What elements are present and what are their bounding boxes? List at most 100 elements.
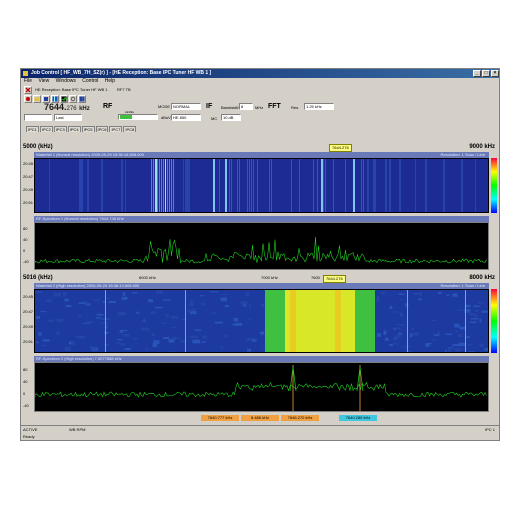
waterfall-streak bbox=[375, 159, 376, 212]
waterfall-noise bbox=[108, 300, 116, 303]
last-select[interactable]: Last bbox=[54, 114, 82, 121]
waterfall-streak bbox=[415, 159, 416, 212]
marker-2[interactable]: 8.486 kHz bbox=[241, 415, 279, 421]
menu-file[interactable]: File bbox=[24, 78, 32, 84]
waterfall-streak bbox=[229, 159, 230, 212]
frequency-readout[interactable]: 7644.276 kHz bbox=[44, 102, 90, 112]
level-unit: dBuV bbox=[161, 115, 171, 120]
frequency-int: 7644. bbox=[44, 102, 67, 112]
waterfall-noise bbox=[38, 332, 42, 336]
waterfall-noise bbox=[470, 317, 479, 320]
waterfall-noise bbox=[100, 322, 109, 325]
waterfall-noise bbox=[78, 302, 86, 304]
tab-ipc1[interactable]: IPC1 bbox=[26, 126, 39, 132]
waterfall-streak bbox=[345, 159, 346, 212]
overview-spectrum[interactable] bbox=[34, 222, 489, 270]
menu-help[interactable]: Help bbox=[105, 78, 115, 84]
waterfall-noise bbox=[65, 305, 72, 308]
channel-select[interactable] bbox=[24, 114, 52, 121]
menu-control[interactable]: Control bbox=[82, 78, 98, 84]
waterfall-streak bbox=[189, 159, 190, 212]
ifbw-select[interactable]: HE 850 bbox=[171, 114, 201, 121]
tab-ipc4[interactable]: IPC4 bbox=[67, 126, 81, 132]
waterfall-streak bbox=[461, 159, 463, 212]
waterfall-noise bbox=[383, 331, 387, 336]
waterfall-noise bbox=[64, 346, 71, 351]
menu-windows[interactable]: Windows bbox=[56, 78, 76, 84]
zoom-spec-y-0: 80 bbox=[23, 367, 28, 372]
marker-4[interactable]: 7640.280 kHz bbox=[339, 415, 377, 421]
waterfall-noise bbox=[475, 310, 478, 312]
maximize-button[interactable]: □ bbox=[482, 70, 490, 77]
waterfall-noise bbox=[437, 291, 442, 295]
if-label: IF bbox=[206, 103, 213, 110]
waterfall-noise bbox=[393, 338, 397, 340]
marker-1[interactable]: 7640.777 kHz bbox=[201, 415, 239, 421]
waterfall-noise bbox=[409, 333, 413, 338]
tab-ipc6[interactable]: IPC6 bbox=[95, 126, 109, 132]
waterfall-noise bbox=[214, 321, 223, 324]
fft-res-select[interactable]: 1.25 kHz bbox=[304, 103, 334, 110]
waterfall-noise bbox=[252, 339, 257, 342]
waterfall-noise bbox=[94, 299, 101, 301]
waterfall-noise bbox=[78, 315, 82, 318]
bandwidth-select[interactable]: 8 bbox=[239, 103, 253, 110]
waterfall-streak bbox=[125, 159, 126, 212]
waterfall-noise bbox=[41, 344, 47, 346]
tab-ipc3[interactable]: IPC3 bbox=[53, 126, 67, 132]
zoom-waterfall[interactable] bbox=[34, 289, 489, 353]
waterfall-noise bbox=[235, 322, 243, 326]
waterfall-noise bbox=[240, 301, 248, 305]
overview-spec-y-3: -40 bbox=[23, 259, 29, 264]
marker-3[interactable]: 7646.270 kHz bbox=[281, 415, 319, 421]
overview-spec-y-1: 40 bbox=[23, 237, 28, 242]
record-icon[interactable] bbox=[24, 95, 32, 103]
waterfall-noise bbox=[468, 351, 476, 352]
menu-view[interactable]: View bbox=[38, 78, 49, 84]
overview-waterfall[interactable] bbox=[34, 158, 489, 213]
mode-select[interactable]: NORMAL bbox=[171, 103, 201, 110]
waterfall-noise bbox=[457, 333, 463, 337]
zoom-colorscale bbox=[491, 289, 497, 353]
tab-ipc5[interactable]: IPC5 bbox=[81, 126, 95, 132]
tab-ipc8[interactable]: IPC8 bbox=[123, 126, 137, 132]
waterfall-noise bbox=[458, 342, 466, 347]
waterfall-noise bbox=[398, 332, 402, 335]
reception-header: HE Reception: Base IPC Tuner HF WB 1 bbox=[35, 87, 108, 92]
overview-marker[interactable]: 7644.276 bbox=[329, 144, 352, 152]
title-bar[interactable]: Job Control [ HF_WB_7H_SZ(r) ] - [HE Rec… bbox=[21, 69, 499, 78]
waterfall-noise bbox=[163, 336, 170, 340]
waterfall-streak bbox=[169, 159, 170, 212]
waterfall-noise bbox=[189, 302, 195, 306]
zoom-marker[interactable]: 7644.276 bbox=[323, 275, 346, 283]
close-button[interactable]: × bbox=[491, 70, 499, 77]
level-bar[interactable] bbox=[118, 114, 158, 120]
tab-ipc7[interactable]: IPC7 bbox=[109, 126, 123, 132]
zoom-spec-y-3: -40 bbox=[23, 403, 29, 408]
waterfall-noise bbox=[165, 314, 169, 317]
folder-icon[interactable] bbox=[33, 95, 41, 103]
zoom-spectrum[interactable] bbox=[34, 362, 489, 412]
minimize-button[interactable]: _ bbox=[473, 70, 481, 77]
tab-ipc2[interactable]: IPC2 bbox=[39, 126, 53, 132]
close-x-icon[interactable] bbox=[24, 86, 32, 94]
job-control-window: Job Control [ HF_WB_7H_SZ(r) ] - [HE Rec… bbox=[20, 68, 500, 441]
overview-spec-y-0: 80 bbox=[23, 226, 28, 231]
waterfall-noise bbox=[190, 299, 193, 302]
waterfall-streak bbox=[231, 159, 232, 212]
overview-freq-row: 5000 (kHz) 7644.276 9000 kHz bbox=[21, 143, 499, 152]
waterfall-noise bbox=[136, 311, 140, 314]
waterfall-streak bbox=[167, 159, 168, 212]
zoom-y-2: 20:49 bbox=[23, 324, 34, 329]
waterfall-noise bbox=[481, 310, 488, 313]
gain-select[interactable]: 10 dB bbox=[221, 114, 241, 121]
rf-tab-label[interactable]: RF7 TB bbox=[117, 87, 131, 92]
waterfall-noise bbox=[384, 337, 389, 341]
waterfall-streak bbox=[373, 159, 375, 212]
waterfall-streak bbox=[165, 159, 166, 212]
waterfall-noise bbox=[200, 295, 205, 297]
waterfall-noise bbox=[151, 311, 156, 314]
overview-spec-y-2: 0 bbox=[23, 248, 26, 253]
zoom-waterfall-canvas bbox=[35, 290, 488, 352]
waterfall-noise bbox=[445, 333, 453, 336]
